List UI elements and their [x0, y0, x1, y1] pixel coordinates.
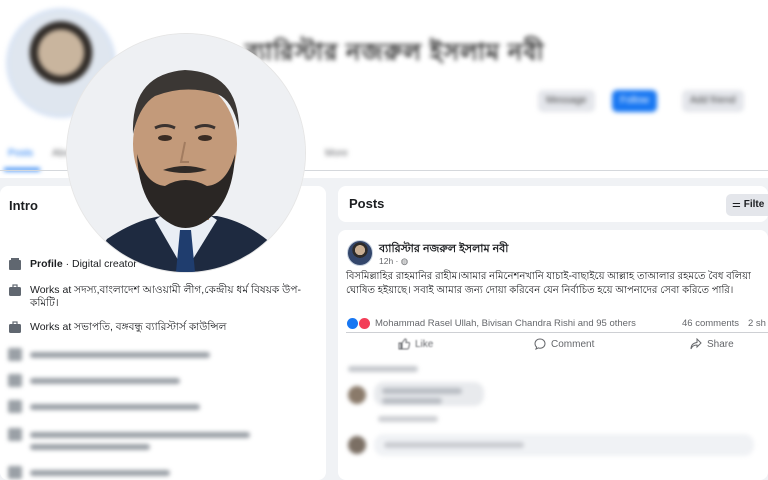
- like-label: Like: [415, 338, 434, 350]
- intro-row-work-2: Works at সভাপতি, বঙ্গবন্ধু ব্যারিস্টার্স…: [8, 321, 313, 334]
- actions-divider: [346, 332, 768, 333]
- intro-row-work-1: Works at সদস্য,বাংলাদেশ আওয়ামী লীগ,কেন্…: [8, 284, 313, 310]
- comment-button[interactable]: Comment: [534, 338, 594, 350]
- share-button[interactable]: Share: [690, 338, 734, 350]
- profile-icon: [9, 258, 21, 270]
- share-label: Share: [707, 338, 734, 350]
- post-reactions[interactable]: Mohammad Rasel Ullah, Bivisan Chandra Ri…: [347, 318, 636, 329]
- post-time-text: 12h ·: [379, 256, 399, 266]
- comments-section-blurred: [338, 358, 768, 480]
- intro-work-1-text: Works at সদস্য,বাংলাদেশ আওয়ামী লীগ,কেন্…: [30, 284, 301, 309]
- filter-icon: ⚌: [732, 199, 744, 210]
- posts-header-card: Posts ⚌ Filte: [338, 186, 768, 222]
- post-author-avatar[interactable]: [347, 240, 373, 266]
- shares-count[interactable]: 2 sh: [748, 318, 766, 329]
- intro-title: Intro: [9, 198, 38, 213]
- like-reaction-icon: [347, 318, 358, 329]
- love-reaction-icon: [359, 318, 370, 329]
- thumbs-up-icon: [398, 338, 410, 350]
- tab-more[interactable]: More: [325, 148, 348, 159]
- profile-photo[interactable]: [67, 34, 305, 272]
- filters-button[interactable]: ⚌ Filte: [726, 194, 768, 216]
- post-card: ব্যারিস্টার নজরুল ইসলাম নবী 12h · ◍ বিসম…: [338, 230, 768, 480]
- post-body-text: বিসমিল্লাহির রাহমানির রাহীম।আমার নমিনেশন…: [346, 271, 751, 296]
- comment-icon: [534, 338, 546, 350]
- intro-profile-label: Profile: [30, 258, 63, 270]
- intro-profile-category: · Digital creator: [62, 258, 137, 270]
- filters-label: Filte: [743, 199, 765, 210]
- posts-title: Posts: [349, 196, 385, 211]
- globe-icon: ◍: [400, 256, 409, 266]
- reactions-summary: Mohammad Rasel Ullah, Bivisan Chandra Ri…: [375, 318, 636, 329]
- intro-work-2-text: Works at সভাপতি, বঙ্গবন্ধু ব্যারিস্টার্স…: [30, 321, 227, 333]
- briefcase-icon: [9, 284, 21, 296]
- comment-label: Comment: [551, 338, 595, 350]
- briefcase-icon: [9, 321, 21, 333]
- tab-posts[interactable]: Posts: [8, 148, 33, 159]
- profile-name: ব্যারিস্টার নজরুল ইসলাম নবী: [245, 39, 545, 66]
- follow-button[interactable]: Follow: [612, 90, 657, 112]
- portrait-image: [67, 34, 305, 272]
- comments-count[interactable]: 46 comments: [682, 318, 739, 329]
- post-timestamp[interactable]: 12h · ◍: [379, 256, 408, 267]
- message-button[interactable]: Message: [538, 90, 595, 112]
- add-friend-button[interactable]: Add friend: [682, 90, 744, 112]
- like-button[interactable]: Like: [398, 338, 433, 350]
- share-icon: [690, 338, 702, 350]
